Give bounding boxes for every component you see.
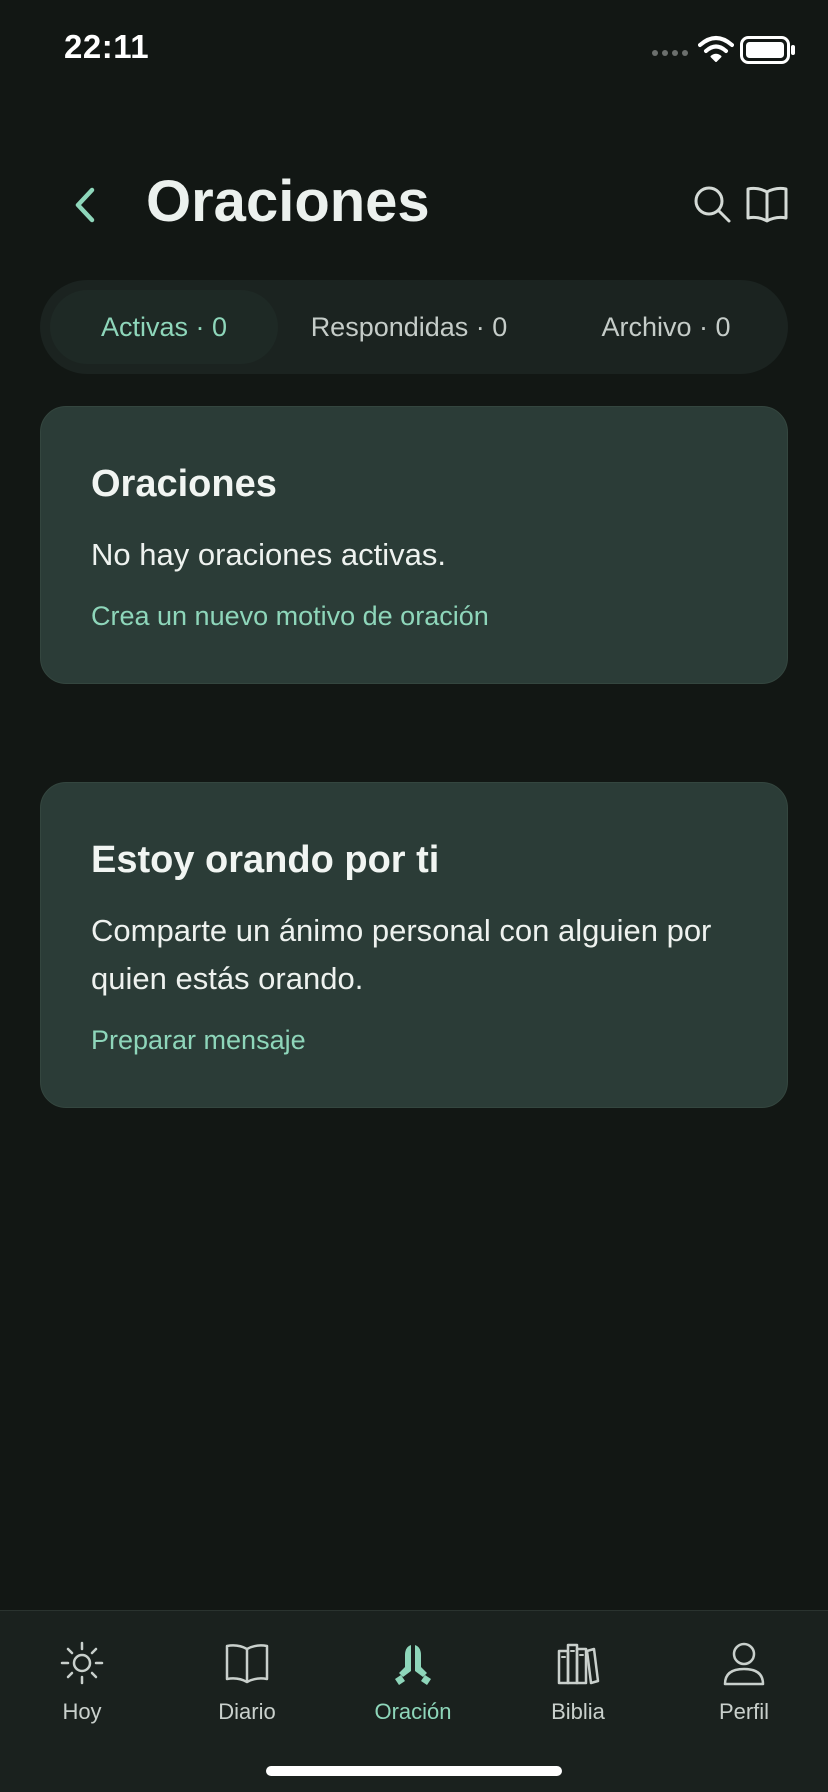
nav-item-hoy[interactable]: Hoy (22, 1641, 142, 1737)
prayers-card: Oraciones No hay oraciones activas. Crea… (40, 406, 788, 684)
nav-item-perfil[interactable]: Perfil (684, 1641, 804, 1737)
status-time: 22:11 (64, 28, 150, 65)
battery-icon (740, 36, 795, 64)
cellular-signal-icon (652, 50, 688, 56)
nav-label: Biblia (551, 1699, 605, 1724)
card-text: Comparte un ánimo personal con alguien p… (91, 913, 712, 996)
nav-label: Oración (374, 1699, 452, 1724)
nav-item-oracion[interactable]: Oración (353, 1641, 473, 1737)
create-prayer-link[interactable]: Crea un nuevo motivo de oración (91, 601, 489, 632)
search-icon[interactable] (690, 182, 734, 226)
tab-archivo[interactable]: Archivo · 0 (552, 290, 780, 364)
open-book-icon[interactable] (744, 182, 790, 226)
praying-for-you-card: Estoy orando por ti Comparte un ánimo pe… (40, 782, 788, 1108)
chevron-left-icon (75, 187, 95, 223)
header: Oraciones (0, 160, 828, 250)
person-icon (723, 1642, 765, 1686)
praying-hands-icon (395, 1645, 431, 1685)
back-button[interactable] (62, 180, 108, 230)
nav-item-biblia[interactable]: Biblia (518, 1641, 638, 1737)
page-title: Oraciones (146, 169, 430, 234)
prayers-screen: 22:11 Oraciones Activas · 0 Respondidas … (0, 0, 828, 1792)
nav-label: Hoy (62, 1699, 102, 1724)
status-bar: 22:11 (0, 0, 828, 100)
wifi-icon (698, 36, 734, 62)
card-title: Oraciones (91, 463, 277, 505)
bottom-nav: Hoy Diario Oración Biblia Perfil (0, 1610, 828, 1792)
filter-tabs: Activas · 0 Respondidas · 0 Archivo · 0 (40, 280, 788, 374)
nav-label: Diario (218, 1699, 276, 1724)
card-title: Estoy orando por ti (91, 839, 440, 881)
card-text: No hay oraciones activas. (91, 537, 446, 572)
book-icon (225, 1644, 269, 1684)
nav-label: Perfil (718, 1699, 770, 1724)
tab-respondidas[interactable]: Respondidas · 0 (290, 290, 528, 364)
home-indicator[interactable] (266, 1766, 562, 1776)
tab-activas[interactable]: Activas · 0 (50, 290, 278, 364)
bookshelf-icon (557, 1643, 600, 1685)
prepare-message-link[interactable]: Preparar mensaje (91, 1025, 306, 1056)
sun-icon (60, 1641, 104, 1685)
nav-item-diario[interactable]: Diario (187, 1641, 307, 1737)
